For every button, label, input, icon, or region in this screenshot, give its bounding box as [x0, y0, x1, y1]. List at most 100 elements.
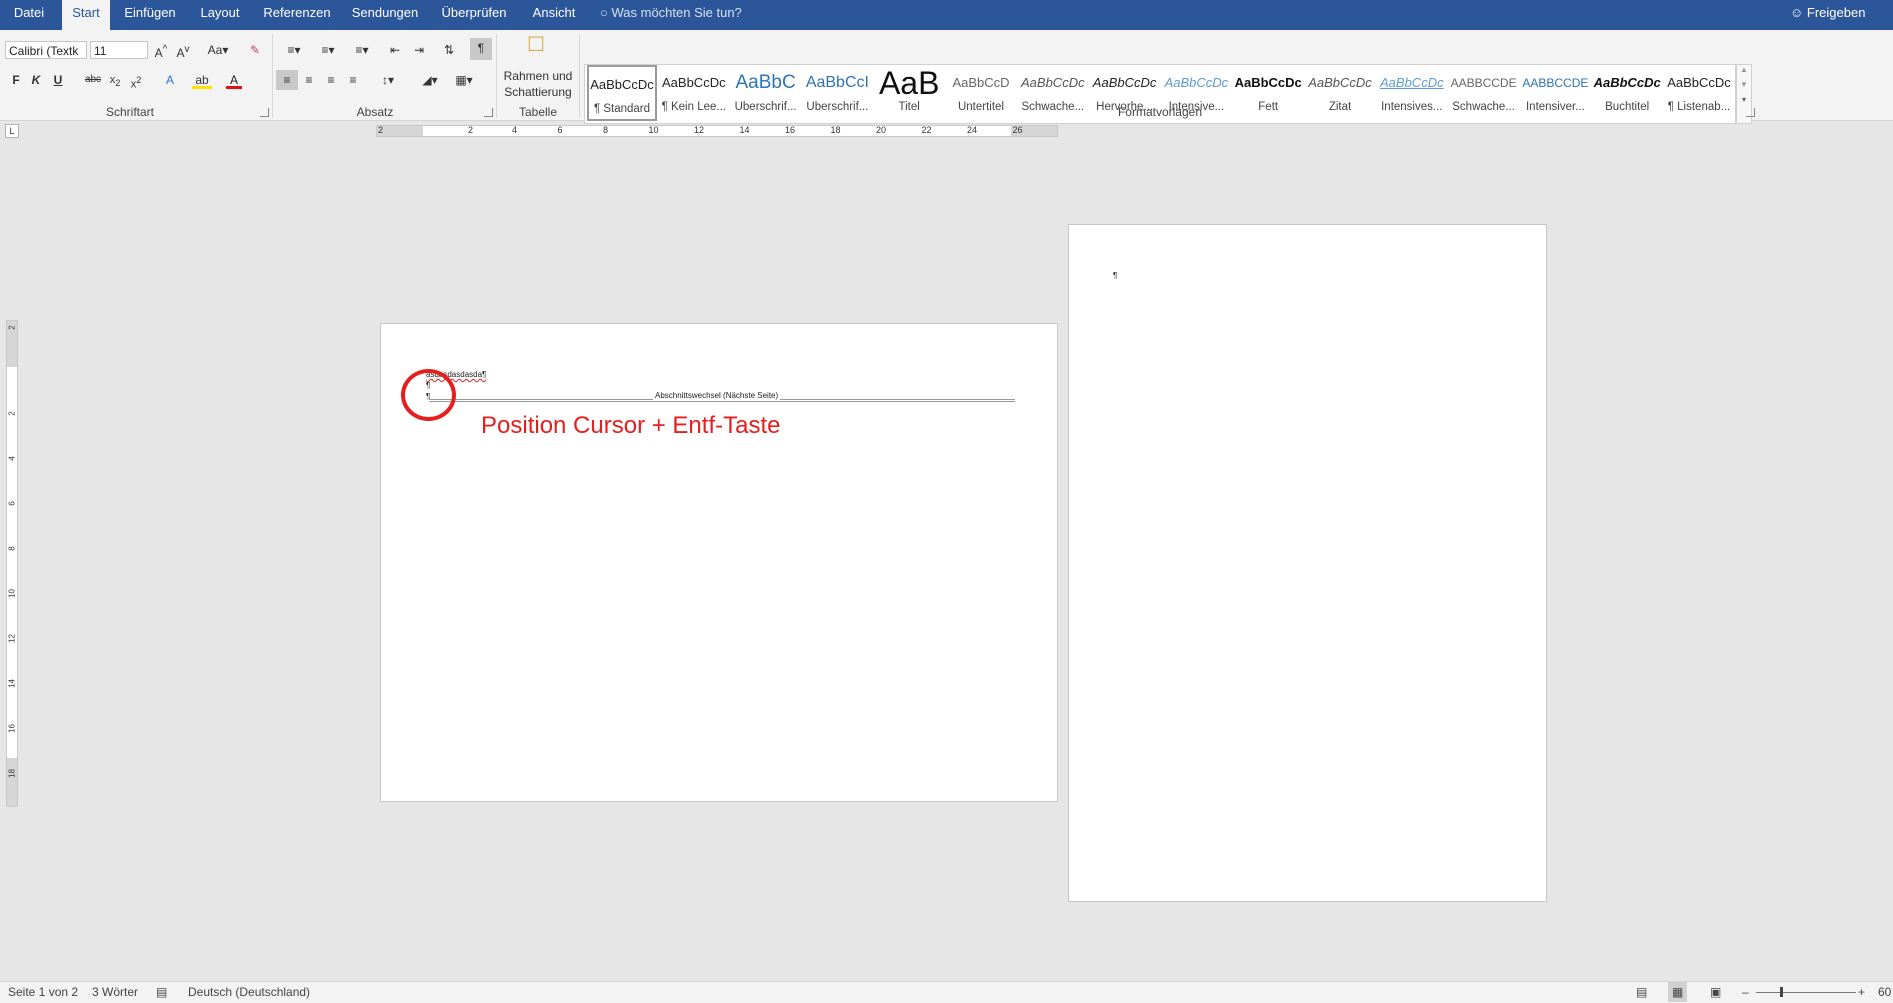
subscript-icon[interactable]: x2: [107, 70, 123, 90]
ruler-tick-label: 2: [468, 125, 474, 135]
group-label-table: Tabelle: [518, 105, 558, 119]
tab-layout[interactable]: Layout: [194, 0, 246, 30]
align-center-icon[interactable]: ≡: [300, 70, 318, 90]
annotation-text: Position Cursor + Entf-Taste: [481, 412, 781, 439]
group-label-paragraph: Absatz: [356, 105, 394, 119]
show-formatting-marks-icon[interactable]: ¶: [470, 38, 492, 60]
style-item[interactable]: AaBbCcDc ¶ Standard: [587, 65, 657, 121]
italic-icon[interactable]: K: [28, 70, 44, 90]
shrink-font-icon[interactable]: Av: [174, 40, 192, 60]
ruler-tick-label: 4: [7, 456, 17, 461]
borders-icon[interactable]: ▦▾: [450, 70, 478, 90]
align-right-icon[interactable]: ≡: [322, 70, 340, 90]
ribbon-tab-bar: Datei Start Einfügen Layout Referenzen S…: [0, 0, 1893, 30]
bullets-icon[interactable]: ≡▾: [280, 40, 308, 60]
style-item[interactable]: AaBbCcDc Intensives...: [1377, 65, 1447, 121]
style-preview: AaBbCcI: [805, 74, 869, 91]
ruler-tick-label: 24: [967, 125, 978, 135]
ruler-tick-label: 26: [1012, 125, 1023, 135]
share-button[interactable]: ☺ Freigeben: [1790, 0, 1865, 26]
font-color-icon[interactable]: A: [226, 70, 242, 89]
annotation-circle: [401, 369, 456, 421]
multilevel-list-icon[interactable]: ≡▾: [348, 40, 376, 60]
line-spacing-icon[interactable]: ↕▾: [374, 70, 402, 90]
group-separator: [496, 34, 497, 118]
style-name: Buchtitel: [1605, 101, 1650, 113]
text-effects-icon[interactable]: A: [160, 70, 180, 90]
borders-shading-button[interactable]: Rahmen und Schattierung: [500, 68, 576, 102]
tab-start[interactable]: Start: [62, 0, 110, 30]
tab-selector-icon[interactable]: L: [5, 124, 19, 138]
zoom-slider[interactable]: [1756, 992, 1856, 993]
sort-icon[interactable]: ⇅: [440, 40, 458, 60]
style-item[interactable]: AaBbCcDc Schwache...: [1018, 65, 1088, 121]
lightbulb-icon: ○: [600, 5, 608, 20]
group-label-font: Schriftart: [105, 105, 154, 119]
strikethrough-icon[interactable]: abc: [82, 70, 104, 90]
gallery-more-icon[interactable]: ▾: [1737, 95, 1751, 104]
style-item[interactable]: AaBbCcDc Buchtitel: [1592, 65, 1662, 121]
vertical-ruler[interactable]: 2 2 4 6 8 10 12 14 16 18: [6, 320, 18, 807]
style-item[interactable]: AaBbCcDc Zitat: [1305, 65, 1375, 121]
tab-ueberpruefen[interactable]: Überprüfen: [436, 0, 512, 30]
page-1[interactable]: asdasdasdasda¶ ¶ ¶ Abschnittswechsel (Nä…: [380, 323, 1058, 802]
zoom-slider-thumb[interactable]: [1780, 987, 1783, 997]
increase-indent-icon[interactable]: ⇥: [410, 40, 428, 60]
underline-icon[interactable]: U: [50, 70, 66, 90]
ruler-tick-label: 2: [378, 125, 384, 135]
style-item[interactable]: AaBbC Überschrif...: [731, 65, 801, 121]
superscript-icon[interactable]: x2: [128, 70, 144, 91]
style-name: Titel: [898, 101, 920, 113]
change-case-icon[interactable]: Aa▾: [204, 40, 232, 60]
style-item[interactable]: AABBCCDE Intensiver...: [1520, 65, 1590, 121]
tab-ansicht[interactable]: Ansicht: [526, 0, 582, 30]
shading-icon[interactable]: ◢▾: [416, 70, 444, 90]
page-count[interactable]: Seite 1 von 2: [8, 982, 78, 1002]
numbering-icon[interactable]: ≡▾: [314, 40, 342, 60]
bold-icon[interactable]: F: [8, 70, 24, 90]
styles-dialog-launcher-icon[interactable]: [1746, 108, 1755, 117]
font-size-combo[interactable]: 11: [90, 41, 148, 59]
style-item[interactable]: AaB Titel: [874, 65, 944, 121]
web-layout-icon[interactable]: ▣: [1710, 982, 1721, 1002]
font-dialog-launcher-icon[interactable]: [260, 108, 269, 117]
style-item[interactable]: AaBbCcDc Fett: [1233, 65, 1303, 121]
style-preview: AaBbCcDc: [590, 77, 654, 92]
decrease-indent-icon[interactable]: ⇤: [386, 40, 404, 60]
highlight-icon[interactable]: ab: [192, 70, 212, 89]
tab-datei[interactable]: Datei: [0, 0, 58, 30]
tab-sendungen[interactable]: Sendungen: [348, 0, 422, 30]
tab-einfuegen[interactable]: Einfügen: [118, 0, 182, 30]
zoom-level[interactable]: 60: [1878, 982, 1891, 1002]
language[interactable]: Deutsch (Deutschland): [188, 982, 310, 1002]
gallery-up-icon[interactable]: ▲: [1737, 65, 1751, 74]
style-item[interactable]: AaBbCcD Untertitel: [946, 65, 1016, 121]
gallery-down-icon[interactable]: ▼: [1737, 80, 1751, 89]
word-count[interactable]: 3 Wörter: [92, 982, 138, 1002]
style-item[interactable]: AABBCCDE Schwache...: [1449, 65, 1519, 121]
zoom-in-icon[interactable]: +: [1858, 982, 1865, 1002]
align-left-icon[interactable]: ≡: [276, 70, 298, 90]
clear-formatting-icon[interactable]: ✎: [246, 40, 264, 60]
style-item[interactable]: AaBbCcI Überschrif...: [802, 65, 872, 121]
ruler-tick-label: 12: [7, 634, 17, 643]
font-name-combo[interactable]: Calibri (Textk: [5, 41, 87, 59]
tell-me-search[interactable]: ○ Was möchten Sie tun?: [600, 0, 742, 26]
justify-icon[interactable]: ≡: [344, 70, 362, 90]
read-mode-icon[interactable]: ▤: [1636, 982, 1647, 1002]
tab-referenzen[interactable]: Referenzen: [260, 0, 334, 30]
style-name: Schwache...: [1452, 101, 1515, 113]
proofing-icon[interactable]: ▤: [156, 982, 167, 1002]
style-item[interactable]: AaBbCcDc ¶ Kein Lee...: [659, 65, 729, 121]
zoom-out-icon[interactable]: –: [1742, 982, 1749, 1002]
style-item[interactable]: AaBbCcDc ¶ Listenab...: [1664, 65, 1734, 121]
print-layout-icon[interactable]: ▦: [1668, 982, 1688, 1002]
style-preview: AaBbCcDc: [1308, 75, 1372, 90]
grow-font-icon[interactable]: A^: [152, 40, 170, 60]
page-2[interactable]: ¶: [1068, 224, 1547, 902]
page-border-icon[interactable]: □: [524, 32, 548, 64]
horizontal-ruler[interactable]: 2 2 4 6 8 10 12 14 16 18 20 22 24 26: [376, 125, 1058, 137]
style-name: Untertitel: [957, 101, 1005, 113]
paragraph-dialog-launcher-icon[interactable]: [484, 108, 493, 117]
style-preview: AaBbC: [735, 72, 796, 93]
